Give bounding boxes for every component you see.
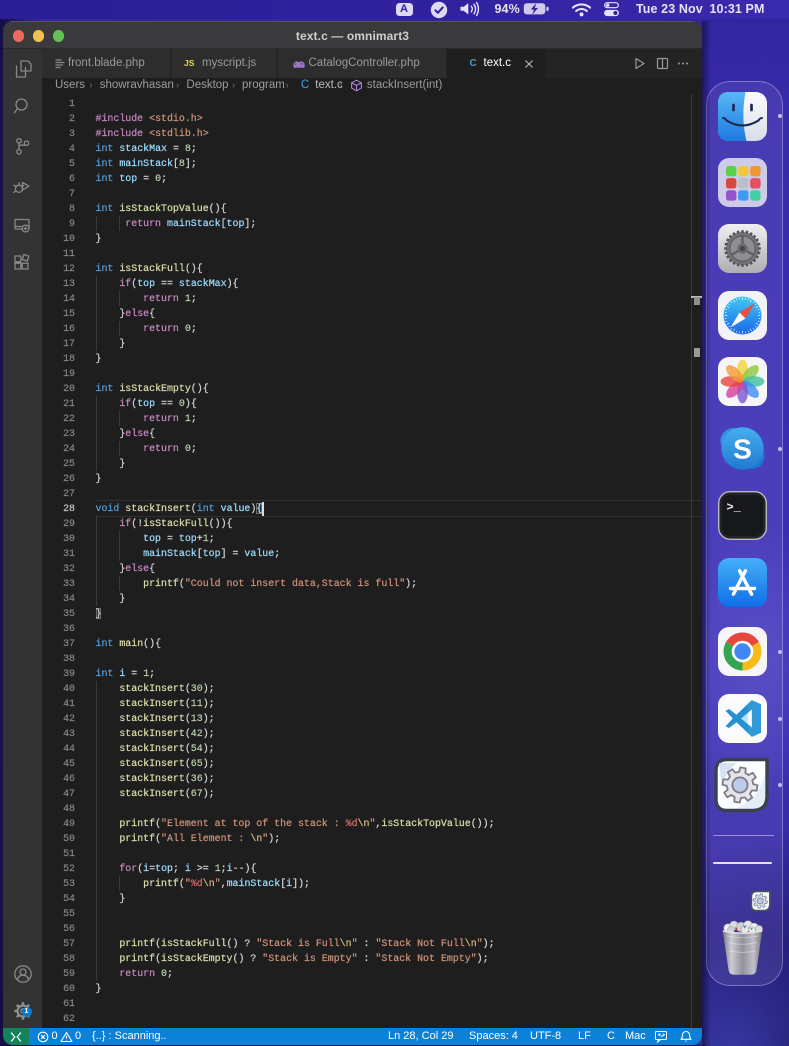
svg-text:S: S xyxy=(733,434,752,465)
svg-text:>_: >_ xyxy=(726,501,741,515)
